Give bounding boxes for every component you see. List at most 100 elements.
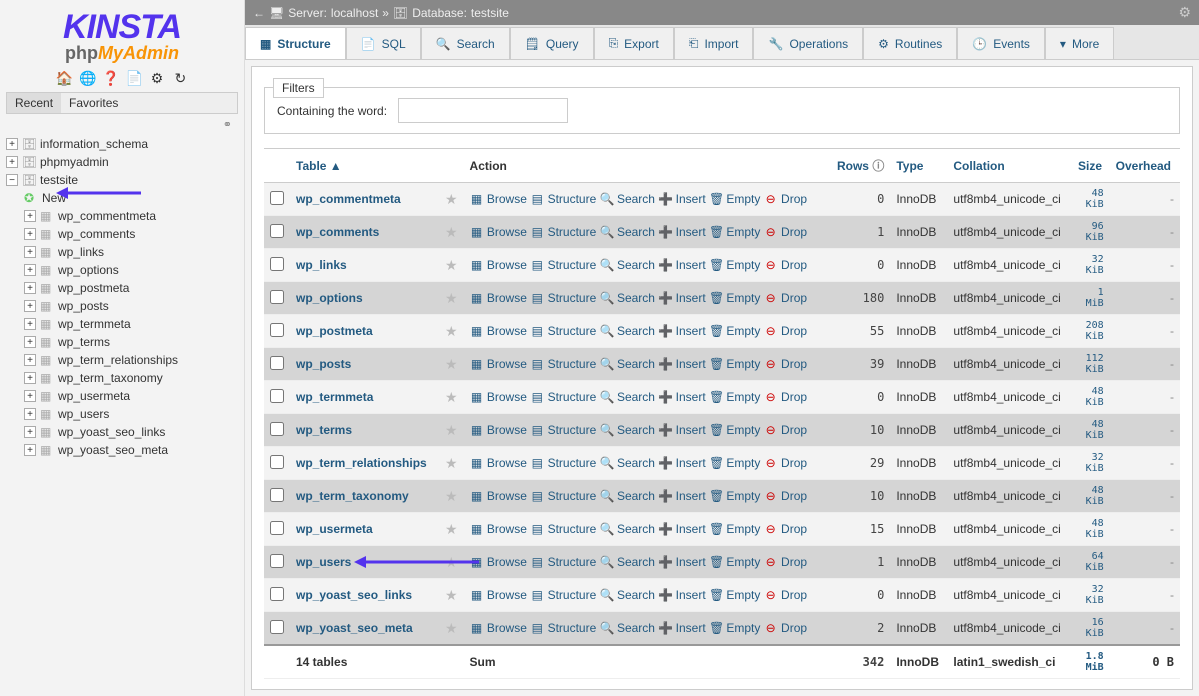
- tree-toggle-icon[interactable]: +: [24, 300, 36, 312]
- action-browse[interactable]: ▦ Browse: [470, 456, 527, 470]
- row-checkbox[interactable]: [270, 422, 284, 436]
- action-browse[interactable]: ▦ Browse: [470, 423, 527, 437]
- action-structure[interactable]: ▤ Structure: [530, 522, 596, 536]
- action-drop[interactable]: ⊖ Drop: [764, 225, 807, 239]
- action-search[interactable]: 🔍 Search: [600, 555, 655, 569]
- action-browse[interactable]: ▦ Browse: [470, 390, 527, 404]
- table-name-link[interactable]: wp_comments: [296, 225, 379, 239]
- tree-toggle-icon[interactable]: +: [24, 282, 36, 294]
- table-name-link[interactable]: wp_posts: [296, 357, 351, 371]
- action-drop[interactable]: ⊖ Drop: [764, 390, 807, 404]
- favorite-star-icon[interactable]: ★: [445, 224, 458, 240]
- action-structure[interactable]: ▤ Structure: [530, 357, 596, 371]
- tree-db-phpmyadmin[interactable]: +🗄phpmyadmin: [6, 153, 238, 171]
- row-checkbox[interactable]: [270, 488, 284, 502]
- action-empty[interactable]: 🗑 Empty: [709, 423, 760, 437]
- tree-table-wp_commentmeta[interactable]: +▦wp_commentmeta: [6, 207, 238, 225]
- favorite-star-icon[interactable]: ★: [445, 191, 458, 207]
- action-search[interactable]: 🔍 Search: [600, 324, 655, 338]
- top-tab-events[interactable]: 🕒Events: [957, 27, 1045, 59]
- action-browse[interactable]: ▦ Browse: [470, 225, 527, 239]
- action-drop[interactable]: ⊖ Drop: [764, 291, 807, 305]
- action-drop[interactable]: ⊖ Drop: [764, 489, 807, 503]
- favorite-star-icon[interactable]: ★: [445, 455, 458, 471]
- favorite-star-icon[interactable]: ★: [445, 323, 458, 339]
- action-search[interactable]: 🔍 Search: [600, 522, 655, 536]
- table-name-link[interactable]: wp_users: [296, 555, 351, 569]
- action-insert[interactable]: ➕ Insert: [658, 456, 705, 470]
- top-tab-more[interactable]: ▾More: [1045, 27, 1114, 59]
- home-icon[interactable]: 🏠: [56, 70, 72, 86]
- help-icon[interactable]: ❓: [102, 70, 118, 86]
- tree-table-wp_options[interactable]: +▦wp_options: [6, 261, 238, 279]
- tree-table-wp_users[interactable]: +▦wp_users: [6, 405, 238, 423]
- action-structure[interactable]: ▤ Structure: [530, 588, 596, 602]
- action-search[interactable]: 🔍 Search: [600, 456, 655, 470]
- action-browse[interactable]: ▦ Browse: [470, 192, 527, 206]
- action-browse[interactable]: ▦ Browse: [470, 588, 527, 602]
- nav-left-icon[interactable]: ←: [253, 6, 265, 20]
- action-insert[interactable]: ➕ Insert: [658, 423, 705, 437]
- action-empty[interactable]: 🗑 Empty: [709, 489, 760, 503]
- doc-icon[interactable]: 📄: [126, 70, 142, 86]
- action-empty[interactable]: 🗑 Empty: [709, 324, 760, 338]
- favorite-star-icon[interactable]: ★: [445, 620, 458, 636]
- row-checkbox[interactable]: [270, 455, 284, 469]
- action-insert[interactable]: ➕ Insert: [658, 357, 705, 371]
- tree-toggle-icon[interactable]: +: [24, 264, 36, 276]
- table-name-link[interactable]: wp_term_relationships: [296, 456, 427, 470]
- tree-toggle-icon[interactable]: +: [24, 246, 36, 258]
- row-checkbox[interactable]: [270, 620, 284, 634]
- action-insert[interactable]: ➕ Insert: [658, 192, 705, 206]
- tree-table-wp_yoast_seo_links[interactable]: +▦wp_yoast_seo_links: [6, 423, 238, 441]
- table-name-link[interactable]: wp_yoast_seo_links: [296, 588, 412, 602]
- table-name-link[interactable]: wp_term_taxonomy: [296, 489, 409, 503]
- top-tab-structure[interactable]: ▦Structure: [245, 27, 346, 59]
- table-name-link[interactable]: wp_links: [296, 258, 347, 272]
- tree-toggle-icon[interactable]: +: [24, 210, 36, 222]
- action-empty[interactable]: 🗑 Empty: [709, 621, 760, 635]
- col-rows[interactable]: Rows ⓘ: [828, 149, 890, 183]
- action-drop[interactable]: ⊖ Drop: [764, 192, 807, 206]
- action-drop[interactable]: ⊖ Drop: [764, 324, 807, 338]
- action-empty[interactable]: 🗑 Empty: [709, 357, 760, 371]
- action-structure[interactable]: ▤ Structure: [530, 621, 596, 635]
- logout-icon[interactable]: 🌐: [79, 70, 95, 86]
- tree-new-table[interactable]: ✪New: [6, 189, 238, 207]
- action-search[interactable]: 🔍 Search: [600, 588, 655, 602]
- tree-toggle-icon[interactable]: +: [24, 426, 36, 438]
- row-checkbox[interactable]: [270, 356, 284, 370]
- tree-db-information_schema[interactable]: +🗄information_schema: [6, 135, 238, 153]
- top-tab-import[interactable]: ⎗Import: [674, 27, 754, 59]
- row-checkbox[interactable]: [270, 191, 284, 205]
- action-search[interactable]: 🔍 Search: [600, 258, 655, 272]
- table-name-link[interactable]: wp_options: [296, 291, 363, 305]
- top-tab-operations[interactable]: 🔧Operations: [753, 27, 863, 59]
- action-structure[interactable]: ▤ Structure: [530, 423, 596, 437]
- action-browse[interactable]: ▦ Browse: [470, 489, 527, 503]
- action-search[interactable]: 🔍 Search: [600, 423, 655, 437]
- action-drop[interactable]: ⊖ Drop: [764, 588, 807, 602]
- action-empty[interactable]: 🗑 Empty: [709, 456, 760, 470]
- with-selected-dropdown[interactable]: With selected:: [392, 689, 552, 690]
- action-insert[interactable]: ➕ Insert: [658, 324, 705, 338]
- row-checkbox[interactable]: [270, 323, 284, 337]
- action-search[interactable]: 🔍 Search: [600, 192, 655, 206]
- action-insert[interactable]: ➕ Insert: [658, 555, 705, 569]
- row-checkbox[interactable]: [270, 554, 284, 568]
- tree-table-wp_comments[interactable]: +▦wp_comments: [6, 225, 238, 243]
- tree-toggle-icon[interactable]: +: [24, 228, 36, 240]
- tree-toggle-icon[interactable]: +: [24, 372, 36, 384]
- tree-toggle-icon[interactable]: +: [24, 408, 36, 420]
- reload-icon[interactable]: ↻: [172, 70, 188, 86]
- favorite-star-icon[interactable]: ★: [445, 488, 458, 504]
- col-collation[interactable]: Collation: [947, 149, 1072, 183]
- action-drop[interactable]: ⊖ Drop: [764, 456, 807, 470]
- action-browse[interactable]: ▦ Browse: [470, 357, 527, 371]
- row-checkbox[interactable]: [270, 290, 284, 304]
- favorite-star-icon[interactable]: ★: [445, 554, 458, 570]
- col-type[interactable]: Type: [890, 149, 947, 183]
- favorite-star-icon[interactable]: ★: [445, 521, 458, 537]
- action-drop[interactable]: ⊖ Drop: [764, 357, 807, 371]
- tree-table-wp_term_relationships[interactable]: +▦wp_term_relationships: [6, 351, 238, 369]
